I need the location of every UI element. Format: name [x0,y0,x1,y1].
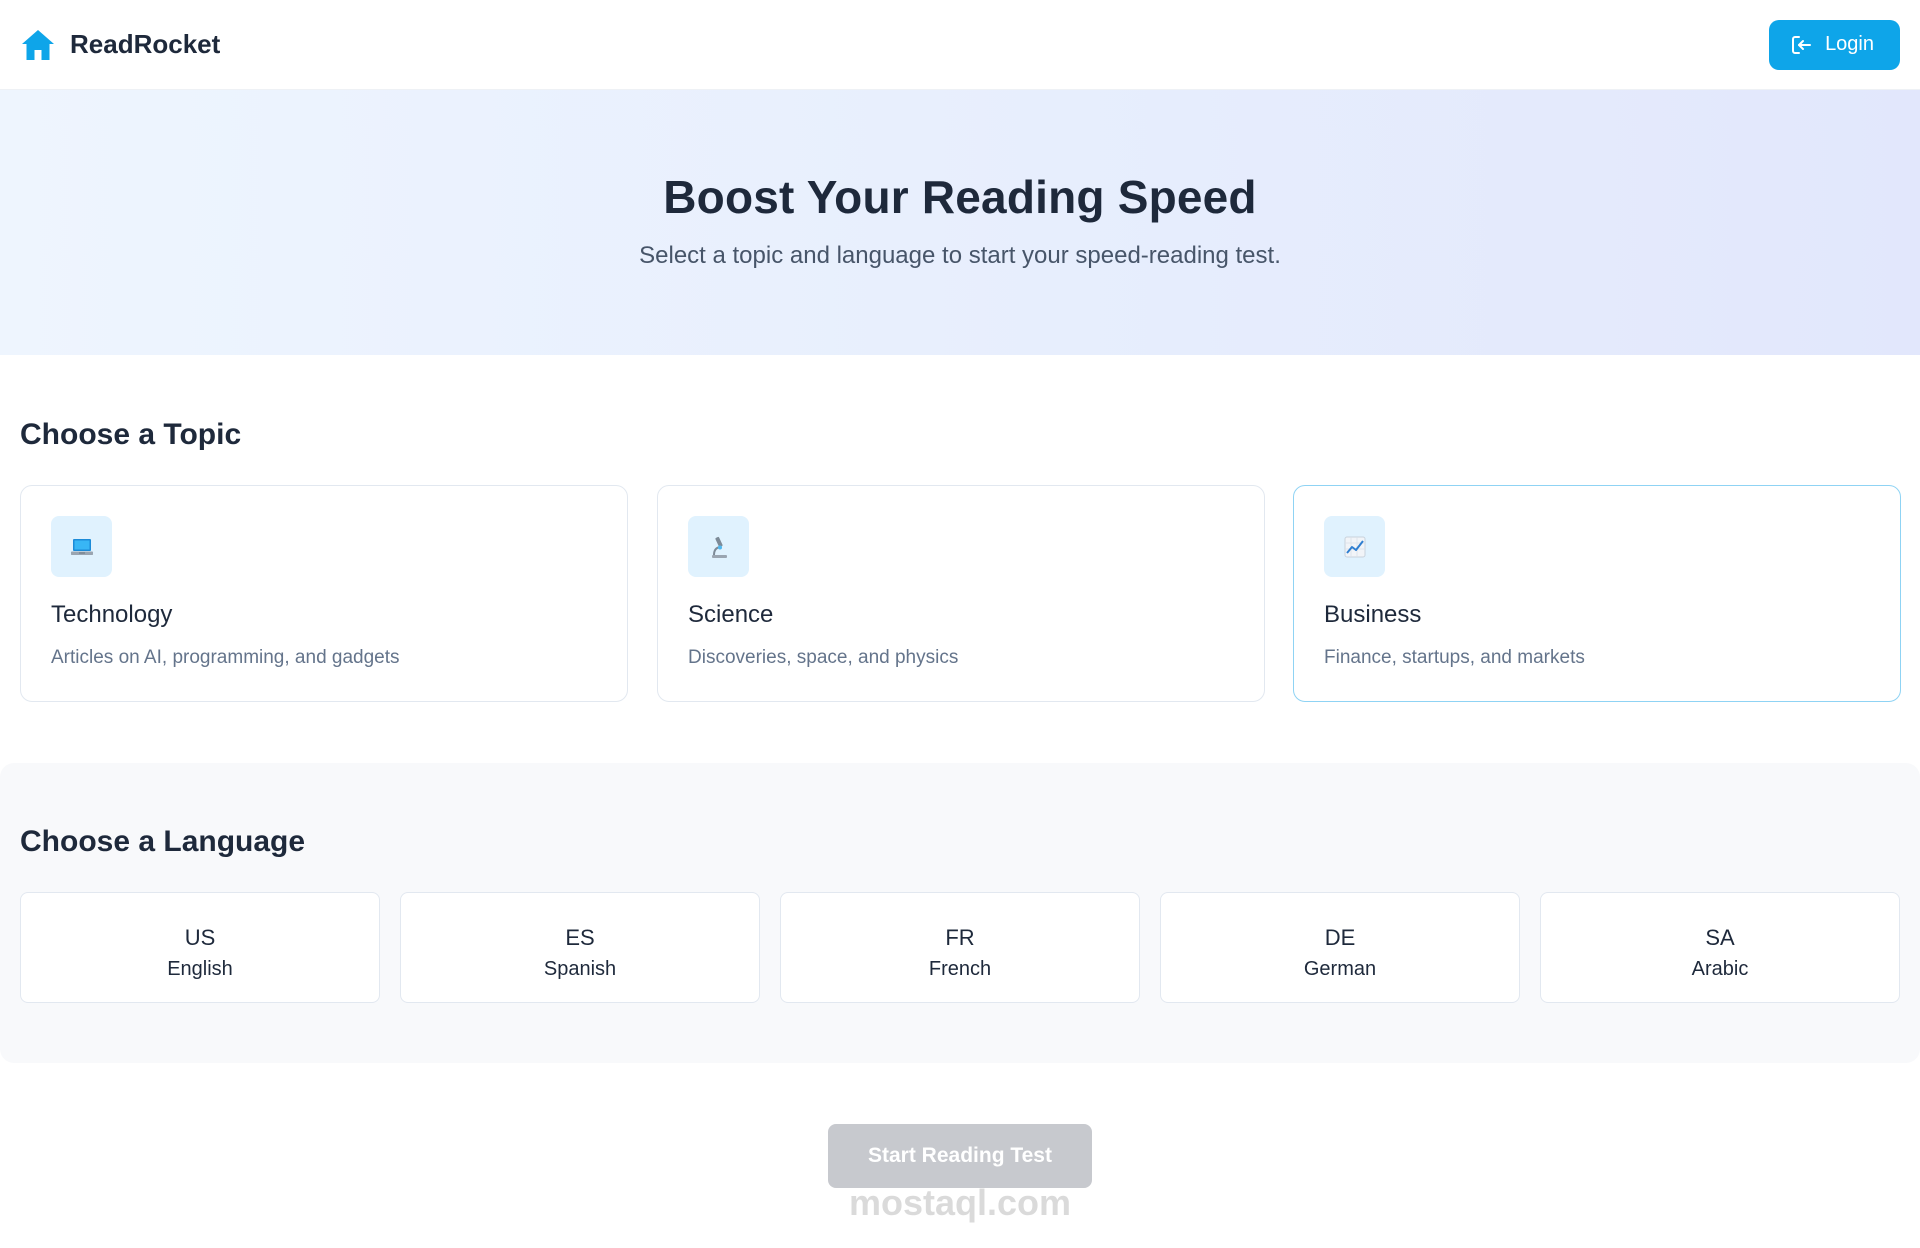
language-option-spanish[interactable]: ES Spanish [400,892,760,1003]
topic-name: Technology [51,601,173,628]
hero-title: Boost Your Reading Speed [663,171,1257,223]
language-name: Spanish [543,958,617,980]
language-option-arabic[interactable]: SA Arabic [1540,892,1900,1003]
home-icon [22,29,54,60]
topic-card-technology[interactable]: Technology Articles on AI, programming, … [20,485,628,702]
brand-name: ReadRocket [70,29,221,59]
login-label: Login [1825,33,1874,55]
topic-name: Business [1324,601,1422,628]
microscope-icon [688,516,749,577]
language-code: SA [1705,925,1735,950]
watermark: mostaql.com [848,1182,1072,1223]
language-name: French [928,958,992,980]
language-option-english[interactable]: US English [20,892,380,1003]
login-icon [1792,35,1812,54]
language-code: US [184,925,216,950]
language-name: Arabic [1691,958,1749,980]
language-name: English [167,958,233,980]
topic-description: Discoveries, space, and physics [688,647,959,668]
login-button[interactable]: Login [1769,19,1900,70]
language-option-german[interactable]: DE German [1160,892,1520,1003]
topic-description: Finance, startups, and markets [1324,647,1585,668]
start-reading-test-button[interactable]: Start Reading Test [828,1124,1092,1188]
language-option-french[interactable]: FR French [780,892,1140,1003]
languages-heading: Choose a Language [20,825,306,858]
topic-card-business[interactable]: Business Finance, startups, and markets [1293,485,1901,702]
laptop-icon [51,516,112,577]
topic-description: Articles on AI, programming, and gadgets [51,647,400,668]
topics-heading: Choose a Topic [20,418,242,451]
language-code: DE [1324,925,1356,950]
language-name: German [1303,958,1377,980]
hero-banner: Boost Your Reading Speed Select a topic … [0,90,1920,355]
chart-increasing-icon [1324,516,1385,577]
language-code: FR [945,925,975,950]
topic-card-science[interactable]: Science Discoveries, space, and physics [657,485,1265,702]
brand-link[interactable]: ReadRocket [20,27,220,63]
language-code: ES [565,925,595,950]
hero-subtitle: Select a topic and language to start you… [639,242,1281,269]
top-nav: ReadRocket Login [0,0,1920,90]
topic-name: Science [688,601,774,628]
